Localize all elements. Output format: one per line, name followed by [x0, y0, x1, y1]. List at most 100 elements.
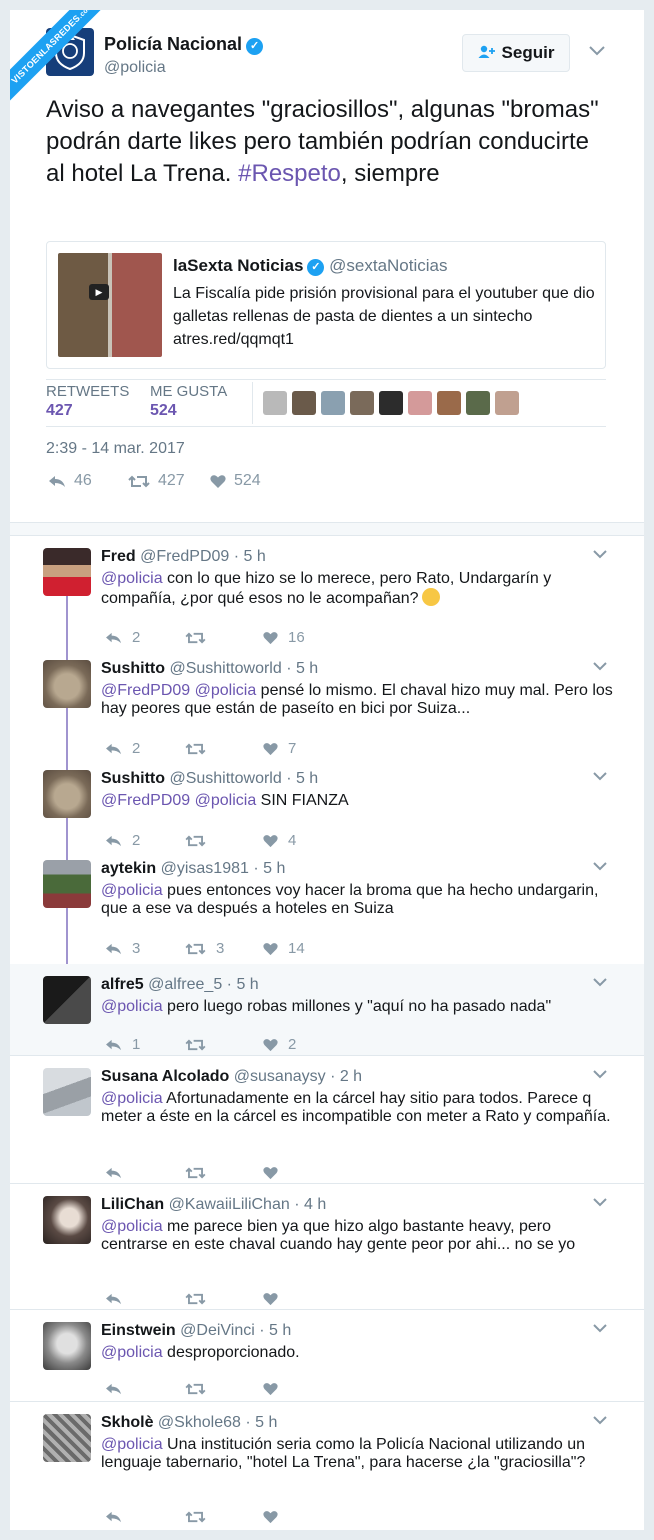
avatar[interactable]	[43, 860, 91, 908]
tweet-timestamp[interactable]: 2:39 - 14 mar. 2017	[46, 440, 185, 458]
chevron-down-icon[interactable]	[592, 858, 608, 874]
reply-action[interactable]	[105, 1510, 185, 1524]
reply-action[interactable]: 2	[105, 832, 185, 849]
reply-item[interactable]: Einstwein @DeiVinci · 5 h @policia despr…	[10, 1310, 644, 1402]
like-action[interactable]: 4	[263, 832, 296, 849]
avatar[interactable]	[43, 1414, 91, 1462]
reply-action[interactable]	[105, 1382, 185, 1396]
liker-avatar[interactable]	[321, 391, 345, 415]
like-action[interactable]	[263, 1382, 288, 1396]
play-icon[interactable]: ▶	[89, 284, 109, 300]
like-action[interactable]: 524	[210, 472, 261, 490]
reply-action[interactable]: 3	[105, 940, 185, 957]
reply-author[interactable]: Susana Alcolado @susanaysy · 2 h	[101, 1068, 362, 1086]
retweet-action[interactable]	[185, 832, 263, 849]
reply-action[interactable]: 2	[105, 740, 185, 757]
mention-link[interactable]: @policia	[101, 1436, 163, 1453]
like-action[interactable]: 14	[263, 940, 305, 957]
tweet-text-end: , siempre	[340, 160, 440, 187]
reply-author[interactable]: Sushitto @Sushittoworld · 5 h	[101, 770, 318, 788]
chevron-down-icon[interactable]	[592, 1412, 608, 1428]
retweets-label[interactable]: RETWEETS	[46, 383, 129, 400]
avatar[interactable]	[43, 770, 91, 818]
chevron-down-icon[interactable]	[592, 974, 608, 990]
retweet-action[interactable]	[185, 1166, 263, 1180]
like-action[interactable]	[263, 1510, 288, 1524]
liker-avatar[interactable]	[350, 391, 374, 415]
mention-link[interactable]: @policia	[101, 570, 163, 587]
liker-avatar[interactable]	[437, 391, 461, 415]
hashtag-link[interactable]: #Respeto	[238, 160, 341, 187]
mention-link[interactable]: @FredPD09 @policia	[101, 682, 256, 699]
reply-count: 2	[132, 629, 141, 646]
reply-action[interactable]: 1	[105, 1036, 185, 1053]
retweet-action[interactable]	[185, 1510, 263, 1524]
mention-link[interactable]: @policia	[101, 1344, 163, 1361]
retweet-action[interactable]	[185, 740, 263, 757]
author-handle[interactable]: @policia	[104, 59, 166, 77]
like-action[interactable]	[263, 1166, 288, 1180]
retweet-action[interactable]	[185, 1292, 263, 1306]
liker-avatar[interactable]	[379, 391, 403, 415]
liker-avatar[interactable]	[495, 391, 519, 415]
avatar[interactable]	[43, 548, 91, 596]
retweet-action[interactable]	[185, 1382, 263, 1396]
chevron-down-icon[interactable]	[592, 658, 608, 674]
reply-author[interactable]: alfre5 @alfree_5 · 5 h	[101, 976, 259, 994]
mention-link[interactable]: @policia	[101, 1090, 163, 1107]
chevron-down-icon[interactable]	[588, 43, 606, 59]
reply-item[interactable]: Skholè @Skhole68 · 5 h @policia Una inst…	[10, 1402, 644, 1530]
reply-author[interactable]: Fred @FredPD09 · 5 h	[101, 548, 266, 566]
author-name[interactable]: Policía Nacional ✓	[104, 34, 264, 55]
chevron-down-icon[interactable]	[592, 1320, 608, 1336]
chevron-down-icon[interactable]	[592, 1066, 608, 1082]
like-action[interactable]: 16	[263, 629, 305, 646]
reply-item[interactable]: Susana Alcolado @susanaysy · 2 h @polici…	[10, 1056, 644, 1184]
reply-item[interactable]: Sushitto @Sushittoworld · 5 h @FredPD09 …	[10, 648, 644, 758]
avatar[interactable]	[43, 976, 91, 1024]
retweet-action[interactable]	[185, 1036, 263, 1053]
chevron-down-icon[interactable]	[592, 546, 608, 562]
reply-item[interactable]: alfre5 @alfree_5 · 5 h @policia pero lue…	[10, 964, 644, 1056]
mention-link[interactable]: @policia	[101, 882, 163, 899]
liker-avatar[interactable]	[466, 391, 490, 415]
reply-action[interactable]	[105, 1292, 185, 1306]
like-action[interactable]: 7	[263, 740, 296, 757]
quoted-tweet[interactable]: ▶ laSexta Noticias ✓ @sextaNoticias La Fi…	[46, 241, 606, 369]
reply-item[interactable]: aytekin @yisas1981 · 5 h @policia pues e…	[10, 848, 644, 964]
mention-link[interactable]: @FredPD09 @policia	[101, 792, 256, 809]
avatar[interactable]	[43, 660, 91, 708]
avatar[interactable]	[43, 1196, 91, 1244]
mention-link[interactable]: @policia	[101, 998, 163, 1015]
retweet-action[interactable]: 427	[128, 472, 185, 490]
like-action[interactable]: 2	[263, 1036, 296, 1053]
retweet-action[interactable]	[185, 629, 263, 646]
mention-link[interactable]: @policia	[101, 1218, 163, 1235]
like-action[interactable]	[263, 1292, 288, 1306]
reply-item[interactable]: Fred @FredPD09 · 5 h @policia con lo que…	[10, 536, 644, 648]
chevron-down-icon[interactable]	[592, 768, 608, 784]
reply-action[interactable]: 46	[48, 472, 92, 490]
reply-item[interactable]: Sushitto @Sushittoworld · 5 h @FredPD09 …	[10, 758, 644, 849]
retweet-action[interactable]: 3	[185, 940, 263, 957]
chevron-down-icon[interactable]	[592, 1194, 608, 1210]
reply-author[interactable]: Sushitto @Sushittoworld · 5 h	[101, 660, 318, 678]
quoted-video-thumbnail[interactable]	[58, 253, 162, 357]
retweets-count[interactable]: 427	[46, 402, 73, 420]
reply-action[interactable]: 2	[105, 629, 185, 646]
reply-author[interactable]: Einstwein @DeiVinci · 5 h	[101, 1322, 291, 1340]
reply-action[interactable]	[105, 1166, 185, 1180]
reply-author-handle: @Sushittoworld · 5 h	[169, 660, 319, 677]
avatar[interactable]	[43, 1068, 91, 1116]
liker-avatar[interactable]	[263, 391, 287, 415]
reply-author[interactable]: LiliChan @KawaiiLiliChan · 4 h	[101, 1196, 326, 1214]
reply-author[interactable]: aytekin @yisas1981 · 5 h	[101, 860, 285, 878]
liker-avatar[interactable]	[408, 391, 432, 415]
follow-button[interactable]: Seguir	[462, 34, 570, 72]
likes-count[interactable]: 524	[150, 402, 177, 420]
likes-label[interactable]: ME GUSTA	[150, 383, 227, 400]
reply-author[interactable]: Skholè @Skhole68 · 5 h	[101, 1414, 277, 1432]
reply-item[interactable]: LiliChan @KawaiiLiliChan · 4 h @policia …	[10, 1184, 644, 1310]
avatar[interactable]	[43, 1322, 91, 1370]
liker-avatar[interactable]	[292, 391, 316, 415]
